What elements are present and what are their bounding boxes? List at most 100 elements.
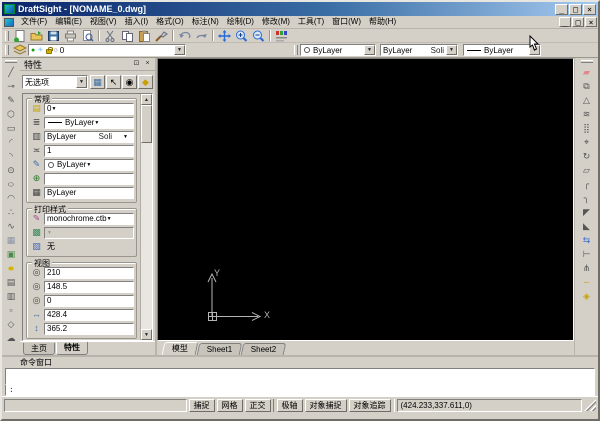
chevron-down-icon[interactable]: ▼	[76, 76, 87, 88]
chevron-down-icon[interactable]: ▼	[364, 45, 375, 55]
minimize-button[interactable]: _	[555, 3, 568, 15]
mdi-close-button[interactable]: ×	[585, 17, 597, 27]
tab-model[interactable]: 模型	[161, 342, 199, 355]
boundary-icon[interactable]: ▫	[3, 303, 19, 317]
offset-icon[interactable]: ≋	[579, 107, 595, 121]
dock-pin-icon[interactable]: ⊡	[131, 59, 142, 69]
menu-window[interactable]: 窗口(W)	[328, 16, 365, 28]
tab-home[interactable]: 主页	[23, 343, 55, 355]
ellipse-arc-icon[interactable]: ◠	[3, 191, 19, 205]
chevron-down-icon[interactable]: ▼	[86, 162, 96, 168]
ellipse-icon[interactable]: ○	[2, 177, 20, 191]
copy-icon[interactable]	[119, 29, 136, 42]
maximize-button[interactable]: □	[569, 3, 582, 15]
drawing-canvas[interactable]: Y X	[157, 58, 574, 341]
toolbar-grip[interactable]	[5, 30, 9, 41]
linestyle-field[interactable]: ByLayer Soli ▼	[44, 130, 134, 143]
print-icon[interactable]	[62, 29, 79, 42]
chevron-down-icon[interactable]: ▼	[107, 216, 117, 222]
menu-edit[interactable]: 编辑(E)	[51, 16, 86, 28]
print-preview-icon[interactable]	[79, 29, 96, 42]
solid-icon[interactable]: ●	[2, 261, 20, 275]
split-icon[interactable]: ⋔	[579, 261, 595, 275]
zoom-out-icon[interactable]	[250, 29, 267, 42]
line-color-combo[interactable]: ByLayer ▼	[300, 44, 376, 56]
scroll-thumb[interactable]	[141, 105, 152, 143]
circle-icon[interactable]: ⊙	[3, 163, 19, 177]
polygon-edit-icon[interactable]: ◇	[3, 317, 19, 331]
close-button[interactable]: ×	[583, 3, 596, 15]
palette-close-icon[interactable]: ×	[142, 59, 153, 69]
extend-icon[interactable]: ⊢	[579, 247, 595, 261]
rectangle-icon[interactable]: ▭	[3, 121, 19, 135]
menu-format[interactable]: 格式(O)	[152, 16, 188, 28]
tab-sheet2[interactable]: Sheet2	[241, 343, 287, 355]
pan-icon[interactable]	[216, 29, 233, 42]
print-style-field[interactable]: monochrome.ctb ▼	[44, 212, 134, 225]
toolbar-grip[interactable]	[580, 60, 593, 63]
revision-cloud-icon[interactable]: ☁	[3, 331, 19, 345]
select-entities-icon[interactable]: ↖	[106, 75, 121, 89]
layer-field[interactable]: 0 ▼	[44, 102, 134, 115]
menu-file[interactable]: 文件(F)	[17, 16, 51, 28]
chevron-down-icon[interactable]: ▼	[94, 120, 104, 126]
hyperlink-field[interactable]	[44, 172, 134, 185]
linescale-field[interactable]: 1	[44, 144, 134, 157]
snap-toggle[interactable]: 捕捉	[188, 398, 215, 412]
chevron-down-icon[interactable]: ▼	[51, 106, 61, 112]
block-icon[interactable]: ▤	[3, 275, 19, 289]
arc-center-icon[interactable]: ◝	[3, 149, 19, 163]
scroll-down-icon[interactable]: ▼	[141, 329, 152, 340]
chamfer-2-icon[interactable]: ◣	[579, 219, 595, 233]
menu-insert[interactable]: 插入(I)	[121, 16, 153, 28]
toolbar-grip[interactable]	[294, 45, 298, 55]
ortho-toggle[interactable]: 正交	[244, 398, 271, 412]
scale-icon[interactable]: ▱	[579, 163, 595, 177]
zoom-in-icon[interactable]	[233, 29, 250, 42]
move-icon[interactable]: ⌖	[579, 135, 595, 149]
spline-icon[interactable]: ∿	[3, 219, 19, 233]
chevron-down-icon[interactable]: ▼	[529, 45, 540, 55]
point-icon[interactable]: ∴	[3, 205, 19, 219]
selection-combo[interactable]: 无选项 ▼	[22, 75, 88, 89]
etrack-toggle[interactable]: 对象追踪	[348, 398, 391, 412]
menu-tools[interactable]: 工具(T)	[294, 16, 328, 28]
resize-grip[interactable]	[584, 399, 596, 411]
toolbar-grip[interactable]	[5, 60, 17, 63]
construction-line-icon[interactable]: ⊸	[3, 79, 19, 93]
layers-manager-icon[interactable]	[11, 44, 28, 57]
grid-toggle[interactable]: 网格	[216, 398, 243, 412]
cut-icon[interactable]	[102, 29, 119, 42]
region-icon[interactable]: ▣	[3, 247, 19, 261]
mdi-restore-button[interactable]: □	[572, 17, 584, 27]
esnap-toggle[interactable]: 对象捕捉	[304, 398, 347, 412]
erase-icon[interactable]: ▰	[579, 65, 595, 79]
polygon-icon[interactable]: ⬡	[3, 107, 19, 121]
line-style-combo[interactable]: ByLayer Soli ▼	[380, 44, 458, 56]
arc-icon[interactable]: ◜	[3, 135, 19, 149]
toolbar-grip[interactable]	[5, 45, 9, 55]
save-icon[interactable]	[45, 29, 62, 42]
menu-modify[interactable]: 修改(M)	[258, 16, 294, 28]
select-matching-icon[interactable]: ▦	[90, 75, 105, 89]
lineweight-field[interactable]: ByLayer ▼	[44, 116, 134, 129]
new-icon[interactable]	[11, 29, 28, 42]
explode-icon[interactable]: ◈	[579, 289, 595, 303]
line-weight-combo[interactable]: ByLayer ▼	[463, 44, 541, 56]
redo-icon[interactable]	[193, 29, 210, 42]
transparency-field[interactable]: ByLayer	[44, 186, 134, 199]
undo-icon[interactable]	[176, 29, 193, 42]
polar-toggle[interactable]: 极轴	[276, 398, 303, 412]
entity-colors-icon[interactable]	[273, 29, 290, 42]
chamfer-icon[interactable]: ◤	[579, 205, 595, 219]
menu-help[interactable]: 帮助(H)	[365, 16, 400, 28]
chevron-down-icon[interactable]: ▼	[446, 45, 457, 55]
mirror-icon[interactable]: △	[579, 93, 595, 107]
property-painter-icon[interactable]: ◆	[138, 75, 153, 89]
chevron-down-icon[interactable]: ▼	[123, 134, 133, 140]
polyline-icon[interactable]: ✎	[3, 93, 19, 107]
menu-dimension[interactable]: 标注(N)	[188, 16, 223, 28]
tab-properties[interactable]: 特性	[56, 342, 88, 355]
menu-view[interactable]: 视图(V)	[86, 16, 121, 28]
weld-icon[interactable]: ⌣	[579, 275, 595, 289]
